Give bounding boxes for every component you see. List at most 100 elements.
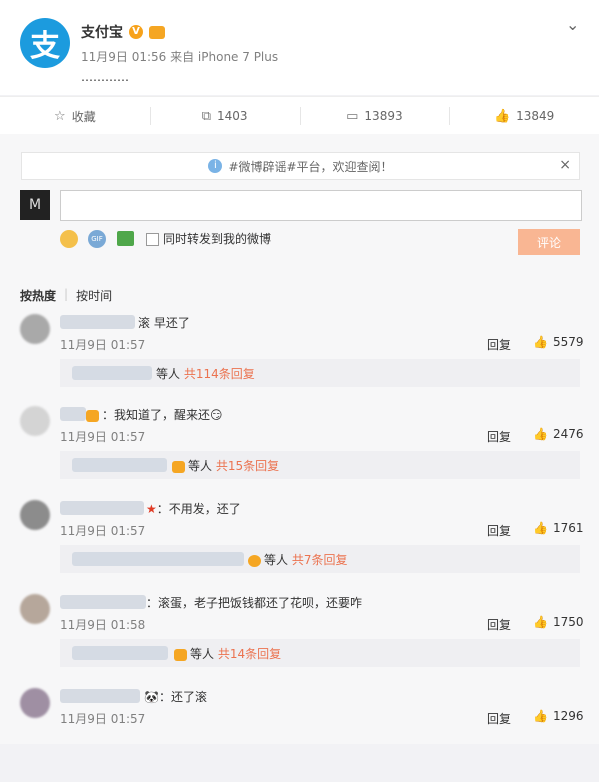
commenter-avatar[interactable] — [20, 406, 50, 436]
emoji-icon[interactable] — [60, 230, 78, 248]
comment-input[interactable] — [60, 190, 582, 221]
action-bar: ☆ 收藏 ⧉ 1403 ▭ 13893 👍 13849 — [0, 96, 599, 135]
commenter-name-blurred[interactable] — [60, 595, 146, 609]
notice-text[interactable]: #微博辟谣#平台，欢迎查阅！ — [228, 158, 392, 175]
comment-text: 滚 早还了 — [138, 316, 190, 330]
commenter-name-blurred[interactable] — [60, 501, 144, 515]
sort-by-time[interactable]: 按时间 — [76, 287, 112, 304]
comment-like-button[interactable]: 👍 1761 — [533, 521, 584, 535]
like-count: 13849 — [516, 109, 555, 123]
commenter-avatar[interactable] — [20, 594, 50, 624]
m-logo-icon: M — [28, 197, 42, 213]
comment-time: 11月9日 01:57 — [60, 338, 146, 352]
comment-time: 11月9日 01:57 — [60, 430, 146, 444]
comment-like-count: 2476 — [552, 427, 584, 441]
replier-names-blurred — [72, 552, 244, 566]
comment-item: 🐼：还了滚 11月9日 01:57 回复 👍 1296 — [0, 688, 599, 782]
commenter-name-blurred[interactable] — [60, 689, 140, 703]
like-icon: 👍 — [533, 427, 548, 441]
commenter-name-blurred[interactable] — [60, 315, 135, 329]
commenter-avatar[interactable] — [20, 314, 50, 344]
member-crown-icon — [86, 409, 99, 422]
comment-like-count: 1750 — [552, 615, 584, 629]
favorite-label: 收藏 — [71, 109, 96, 124]
sub-replies-text: 等人 共7条回复 — [248, 551, 347, 568]
sort-tabs: 按热度 | 按时间 — [20, 287, 112, 304]
sub-replies-count[interactable]: 共7条回复 — [292, 553, 348, 567]
member-crown-icon — [172, 460, 185, 473]
replier-names-blurred — [72, 458, 167, 472]
verified-icon: V — [129, 25, 143, 39]
comment-like-button[interactable]: 👍 1750 — [533, 615, 584, 629]
like-icon: 👍 — [533, 521, 548, 535]
like-icon: 👍 — [533, 709, 548, 723]
comment-like-count: 1296 — [552, 709, 584, 723]
replier-names-blurred — [72, 646, 168, 660]
comment-count: 13893 — [364, 109, 403, 123]
repost-button[interactable]: ⧉ 1403 — [149, 97, 300, 135]
rumor-notice: i #微博辟谣#平台，欢迎查阅！ × — [21, 152, 580, 180]
close-icon[interactable]: × — [559, 157, 571, 173]
comment-like-count: 1761 — [552, 521, 584, 535]
post-card: 支 支付宝 V 11月9日 01:56 来自 iPhone 7 Plus ………… — [0, 0, 599, 95]
comment-like-button[interactable]: 👍 2476 — [533, 427, 584, 441]
reply-button[interactable]: 回复 — [487, 616, 511, 633]
my-avatar: M — [20, 190, 50, 220]
reply-button[interactable]: 回复 — [487, 428, 511, 445]
reply-button[interactable]: 回复 — [487, 710, 511, 727]
member-crown-icon — [174, 648, 187, 661]
comment-time: 11月9日 01:58 — [60, 618, 146, 632]
image-icon[interactable] — [117, 231, 134, 246]
sub-replies[interactable]: 等人 共14条回复 — [60, 639, 580, 667]
red-star-icon: ★ — [146, 502, 157, 516]
repost-icon: ⧉ — [201, 108, 211, 124]
comment-item: 滚 早还了 11月9日 01:57 回复 👍 5579 等人 共114条回复 — [0, 314, 599, 408]
sub-replies-count[interactable]: 共14条回复 — [218, 647, 281, 661]
member-crown-icon — [149, 25, 165, 39]
submit-comment-button[interactable]: 评论 — [518, 229, 580, 255]
sub-replies-text: 等人 共114条回复 — [156, 367, 255, 381]
sub-replies-text: 等人 共14条回复 — [174, 645, 281, 662]
sub-replies[interactable]: 等人 共114条回复 — [60, 359, 580, 387]
sub-replies-text: 等人 共15条回复 — [172, 457, 279, 474]
like-icon: 👍 — [533, 615, 548, 629]
sub-replies[interactable]: 等人 共15条回复 — [60, 451, 580, 479]
favorite-button[interactable]: ☆ 收藏 — [0, 97, 150, 135]
comment-text: ★：不用发，还了 — [146, 502, 241, 516]
repost-checkbox[interactable] — [146, 233, 159, 246]
sub-replies[interactable]: 等人 共7条回复 — [60, 545, 580, 573]
star-icon: ☆ — [54, 108, 66, 124]
gif-icon[interactable]: GIF — [88, 230, 106, 248]
reply-button[interactable]: 回复 — [487, 522, 511, 539]
comment-like-button[interactable]: 👍 5579 — [533, 335, 584, 349]
sort-by-hot[interactable]: 按热度 — [20, 287, 56, 304]
post-meta: 11月9日 01:56 来自 iPhone 7 Plus — [81, 50, 279, 64]
commenter-avatar[interactable] — [20, 688, 50, 718]
comment-time: 11月9日 01:57 — [60, 712, 146, 726]
comments-panel: i #微博辟谣#平台，欢迎查阅！ × M GIF 同时转发到我的微博 评论 按热… — [0, 134, 599, 744]
comment-item: ★：不用发，还了 11月9日 01:57 回复 👍 1761 等人 共7条回复 — [0, 500, 599, 594]
comment-icon: ▭ — [346, 108, 359, 124]
author-avatar[interactable]: 支 — [20, 18, 70, 68]
reply-button[interactable]: 回复 — [487, 336, 511, 353]
sort-divider: | — [64, 287, 69, 301]
chevron-down-icon[interactable]: ⌄ — [566, 15, 579, 34]
replier-names-blurred — [72, 366, 152, 380]
commenter-avatar[interactable] — [20, 500, 50, 530]
author-name[interactable]: 支付宝 — [81, 22, 123, 42]
commenter-name-blurred[interactable] — [60, 407, 86, 421]
comment-text: ：我知道了，醒来还😏 — [86, 406, 223, 423]
repost-checkbox-label: 同时转发到我的微博 — [163, 232, 272, 246]
comment-like-button[interactable]: 👍 1296 — [533, 709, 584, 723]
comment-button[interactable]: ▭ 13893 — [299, 97, 450, 135]
comment-text: ：滚蛋，老子把饭钱都还了花呗，还要咋 — [146, 596, 363, 610]
comment-like-count: 5579 — [552, 335, 584, 349]
author-row: 支付宝 V — [81, 22, 165, 42]
sub-replies-count[interactable]: 共15条回复 — [216, 459, 279, 473]
like-button[interactable]: 👍 13849 — [449, 97, 599, 135]
sub-replies-count[interactable]: 共114条回复 — [184, 367, 255, 381]
like-icon: 👍 — [533, 335, 548, 349]
post-text: ………… — [81, 70, 129, 84]
comment-text: 🐼：还了滚 — [144, 690, 207, 704]
like-icon: 👍 — [493, 108, 511, 124]
